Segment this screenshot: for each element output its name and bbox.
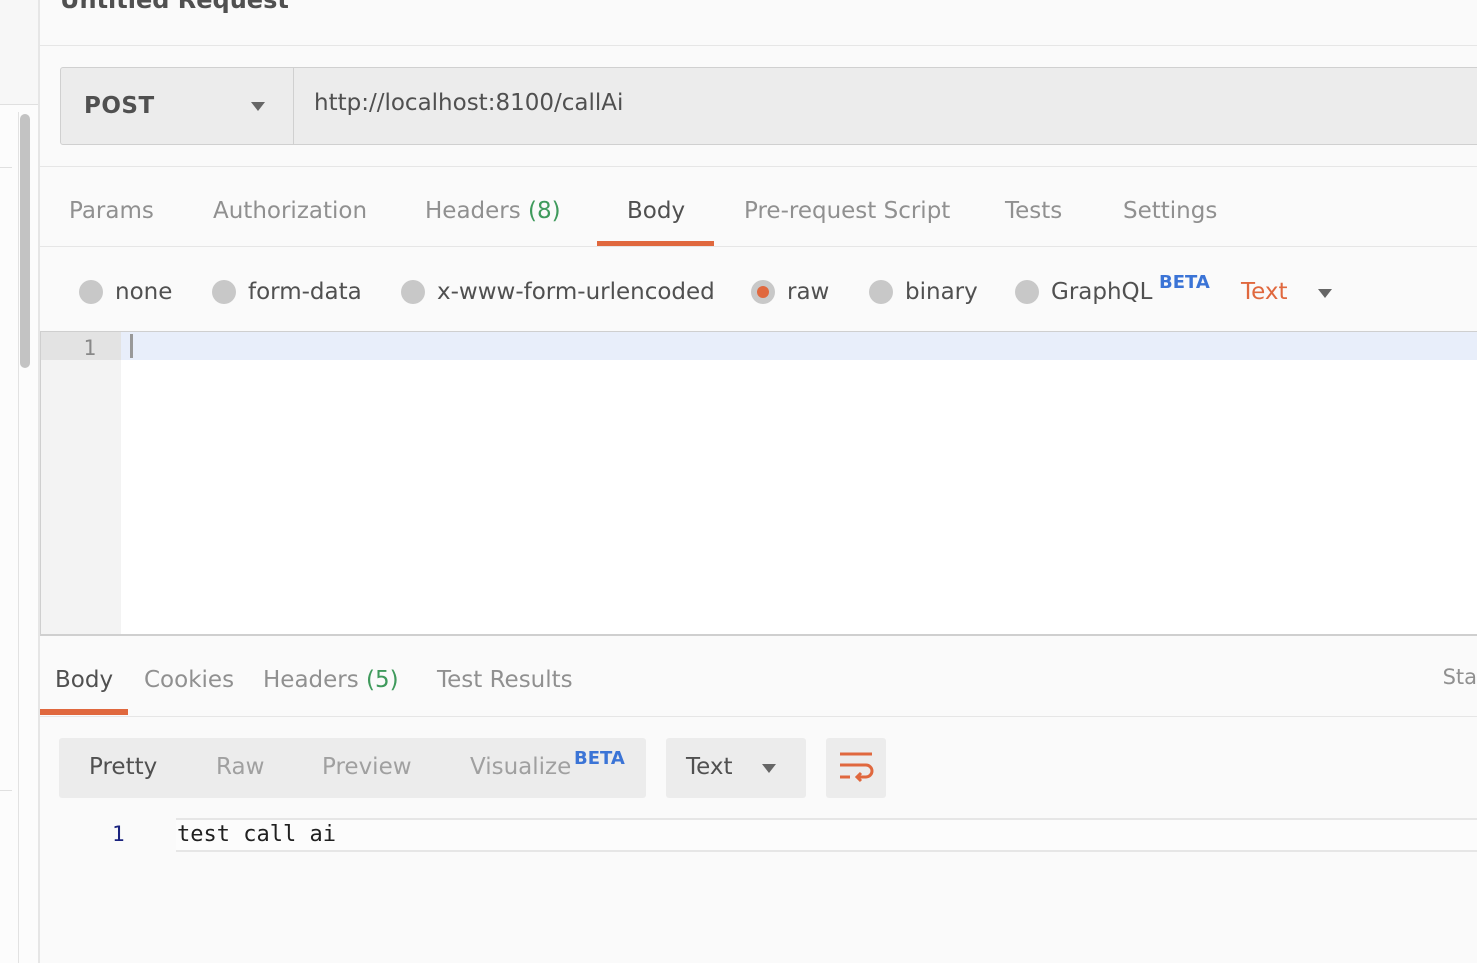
response-tab-cookies[interactable]: Cookies: [144, 667, 234, 693]
radio-label: raw: [787, 279, 830, 305]
response-tab-test-results[interactable]: Test Results: [437, 667, 573, 693]
wrap-lines-button[interactable]: [826, 738, 886, 798]
tab-headers[interactable]: Headers (8): [425, 198, 561, 224]
beta-badge: BETA: [1159, 272, 1210, 293]
body-editor[interactable]: 1: [40, 331, 1477, 636]
response-tabs: Body Cookies Headers (5) Test Results: [40, 660, 1477, 716]
response-body-text: test call ai: [177, 822, 336, 847]
chevron-down-icon[interactable]: [1318, 289, 1332, 298]
radio-binary[interactable]: binary: [869, 279, 978, 305]
tab-authorization[interactable]: Authorization: [213, 198, 367, 224]
radio-raw[interactable]: raw: [751, 279, 829, 305]
response-tab-headers-label: Headers: [263, 667, 359, 693]
tab-tests[interactable]: Tests: [1005, 198, 1062, 224]
radio-selected-icon: [751, 280, 775, 304]
url-input[interactable]: http://localhost:8100/callAi: [314, 90, 623, 116]
view-preview-button[interactable]: Preview: [322, 754, 412, 780]
active-line-highlight: [121, 332, 1477, 360]
sidebar: [0, 0, 40, 963]
tab-prerequest-script[interactable]: Pre-request Script: [744, 198, 950, 224]
chevron-down-icon: [762, 764, 776, 773]
tab-body[interactable]: Body: [627, 198, 685, 224]
editor-gutter: [41, 332, 121, 634]
radio-form-data[interactable]: form-data: [212, 279, 362, 305]
radio-none[interactable]: none: [79, 279, 172, 305]
radio-label: none: [115, 279, 173, 305]
divider: [40, 246, 1477, 247]
radio-label: form-data: [248, 279, 362, 305]
response-tab-headers[interactable]: Headers (5): [263, 667, 399, 693]
wrap-lines-icon: [840, 752, 874, 783]
radio-label: GraphQL: [1051, 279, 1153, 305]
radio-circle-icon: [401, 280, 425, 304]
response-tab-body[interactable]: Body: [55, 667, 113, 693]
response-headers-count: (5): [366, 667, 399, 693]
sidebar-divider: [0, 790, 12, 791]
method-label: POST: [84, 93, 155, 119]
divider: [40, 716, 1477, 717]
url-bar: POST http://localhost:8100/callAi: [60, 67, 1477, 145]
headers-count: (8): [528, 198, 561, 224]
view-raw-button[interactable]: Raw: [216, 754, 264, 780]
request-panel: Untitled Request POST http://localhost:8…: [40, 0, 1477, 963]
line-number: 1: [83, 336, 96, 360]
radio-circle-icon: [212, 280, 236, 304]
radio-circle-icon: [79, 280, 103, 304]
radio-label: binary: [905, 279, 978, 305]
response-body-viewer[interactable]: [176, 818, 1477, 852]
tab-settings[interactable]: Settings: [1123, 198, 1217, 224]
divider: [40, 45, 1477, 46]
radio-graphql[interactable]: GraphQL: [1015, 279, 1152, 305]
tab-headers-label: Headers: [425, 198, 521, 224]
text-cursor: [130, 334, 133, 358]
response-view-toggle: Pretty Raw Preview Visualize BETA: [59, 738, 646, 798]
response-language-label: Text: [686, 754, 733, 780]
method-select[interactable]: POST: [61, 68, 294, 144]
tab-params[interactable]: Params: [69, 198, 154, 224]
chevron-down-icon: [251, 102, 265, 111]
radio-circle-icon: [869, 280, 893, 304]
radio-circle-icon: [1015, 280, 1039, 304]
response-language-select[interactable]: Text: [666, 738, 806, 798]
sidebar-divider: [0, 167, 12, 168]
radio-label: x-www-form-urlencoded: [437, 279, 715, 305]
divider: [40, 166, 1477, 167]
sidebar-scrollbar-thumb[interactable]: [20, 114, 30, 368]
beta-badge: BETA: [574, 748, 625, 769]
view-visualize-button[interactable]: Visualize: [470, 754, 571, 780]
response-line-number: 1: [112, 822, 125, 846]
raw-format-select[interactable]: Text: [1241, 279, 1288, 305]
request-title[interactable]: Untitled Request: [60, 0, 289, 14]
view-pretty-button[interactable]: Pretty: [89, 754, 157, 780]
radio-urlencoded[interactable]: x-www-form-urlencoded: [401, 279, 715, 305]
sidebar-header: [0, 0, 38, 105]
response-status: Sta: [1442, 665, 1477, 689]
request-tabs: Params Authorization Headers (8) Body Pr…: [40, 182, 1477, 246]
active-tab-indicator: [40, 709, 128, 715]
